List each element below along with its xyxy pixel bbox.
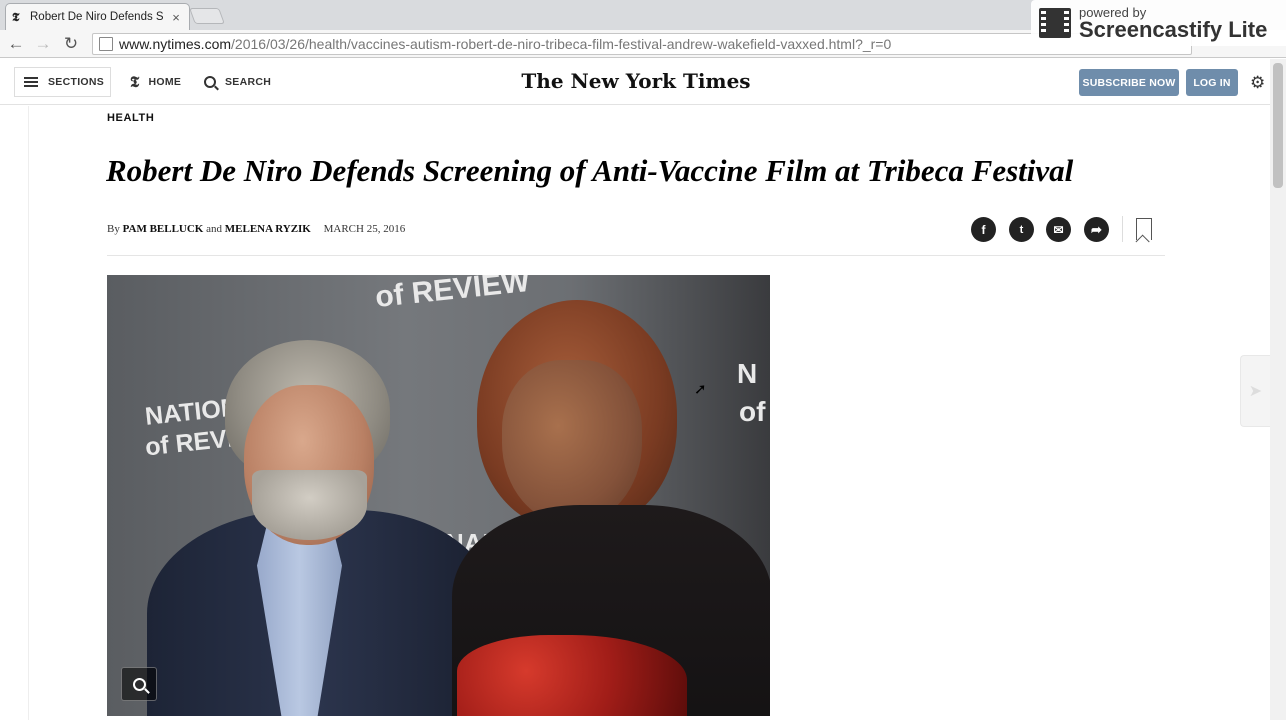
url-text: www.nytimes.com/2016/03/26/health/vaccin…	[119, 36, 891, 52]
back-arrow-icon[interactable]: ←	[6, 34, 26, 54]
content-edge-divider	[28, 106, 29, 720]
backdrop-text: N	[737, 358, 758, 389]
section-label[interactable]: HEALTH	[107, 112, 154, 124]
byline-prefix: By	[107, 223, 120, 235]
zoom-icon	[132, 677, 146, 691]
photo-woman-sequins	[457, 635, 687, 716]
screencastify-watermark: powered by Screencastify Lite	[1031, 0, 1286, 46]
byline-and: and	[206, 223, 223, 235]
next-article-arrow-icon[interactable]: ➤	[1240, 355, 1270, 427]
search-icon	[204, 76, 216, 88]
new-tab-button[interactable]	[189, 8, 225, 24]
bookmark-icon[interactable]	[1136, 218, 1152, 240]
browser-tab-active[interactable]: 𝕿 Robert De Niro Defends S ×	[5, 3, 190, 30]
page-icon	[99, 37, 113, 51]
nyt-favicon-icon: 𝕿	[12, 9, 20, 24]
hamburger-icon	[24, 77, 38, 87]
forward-arrow-icon[interactable]: →	[33, 34, 53, 54]
facebook-icon[interactable]: f	[971, 217, 996, 242]
author-1[interactable]: PAM BELLUCK	[123, 223, 204, 235]
sections-label: SECTIONS	[48, 76, 105, 88]
tab-title: Robert De Niro Defends S	[30, 11, 164, 23]
subscribe-button[interactable]: SUBSCRIBE NOW	[1079, 69, 1179, 96]
backdrop-text: of REVIEW	[373, 275, 532, 315]
masthead-logo[interactable]: The New York Times	[460, 69, 812, 93]
site-header: SECTIONS 𝕿 HOME SEARCH The New York Time…	[0, 59, 1270, 105]
film-strip-icon	[1039, 8, 1071, 38]
zoom-button[interactable]	[121, 667, 157, 701]
mouse-cursor-icon: ➚	[694, 381, 707, 398]
reload-icon[interactable]: ↻	[61, 34, 81, 54]
address-bar[interactable]: www.nytimes.com/2016/03/26/health/vaccin…	[92, 33, 1192, 55]
article-headline: Robert De Niro Defends Screening of Anti…	[106, 153, 1074, 188]
home-label: HOME	[148, 76, 182, 88]
byline: By PAM BELLUCK and MELENA RYZIK MARCH 25…	[107, 223, 405, 235]
search-link[interactable]: SEARCH	[204, 67, 271, 97]
home-link[interactable]: 𝕿 HOME	[130, 67, 181, 97]
login-button[interactable]: LOG IN	[1186, 69, 1238, 96]
header-rule	[107, 255, 1165, 256]
article-date: MARCH 25, 2016	[323, 223, 406, 235]
url-host: www.nytimes.com	[119, 36, 232, 52]
gear-icon[interactable]: ⚙	[1250, 73, 1265, 93]
email-icon[interactable]: ✉	[1046, 217, 1071, 242]
nyt-t-icon: 𝕿	[130, 73, 140, 91]
tab-close-icon[interactable]: ×	[169, 10, 183, 25]
search-label: SEARCH	[225, 76, 272, 88]
url-path: /2016/03/26/health/vaccines-autism-rober…	[231, 36, 892, 52]
twitter-icon[interactable]: t	[1009, 217, 1034, 242]
backdrop-text: of	[739, 396, 766, 427]
watermark-brand: Screencastify Lite	[1079, 16, 1268, 42]
scrollbar-thumb[interactable]	[1273, 63, 1283, 188]
author-2[interactable]: MELENA RYZIK	[225, 223, 311, 235]
sections-button[interactable]: SECTIONS	[14, 67, 111, 97]
share-divider	[1122, 216, 1123, 242]
photo-man-beard	[252, 470, 367, 540]
lead-photo[interactable]: of REVIEW NATION of REVIE N of NAL	[107, 275, 770, 716]
share-icon[interactable]: ➦	[1084, 217, 1109, 242]
photo-woman-face	[502, 360, 642, 525]
